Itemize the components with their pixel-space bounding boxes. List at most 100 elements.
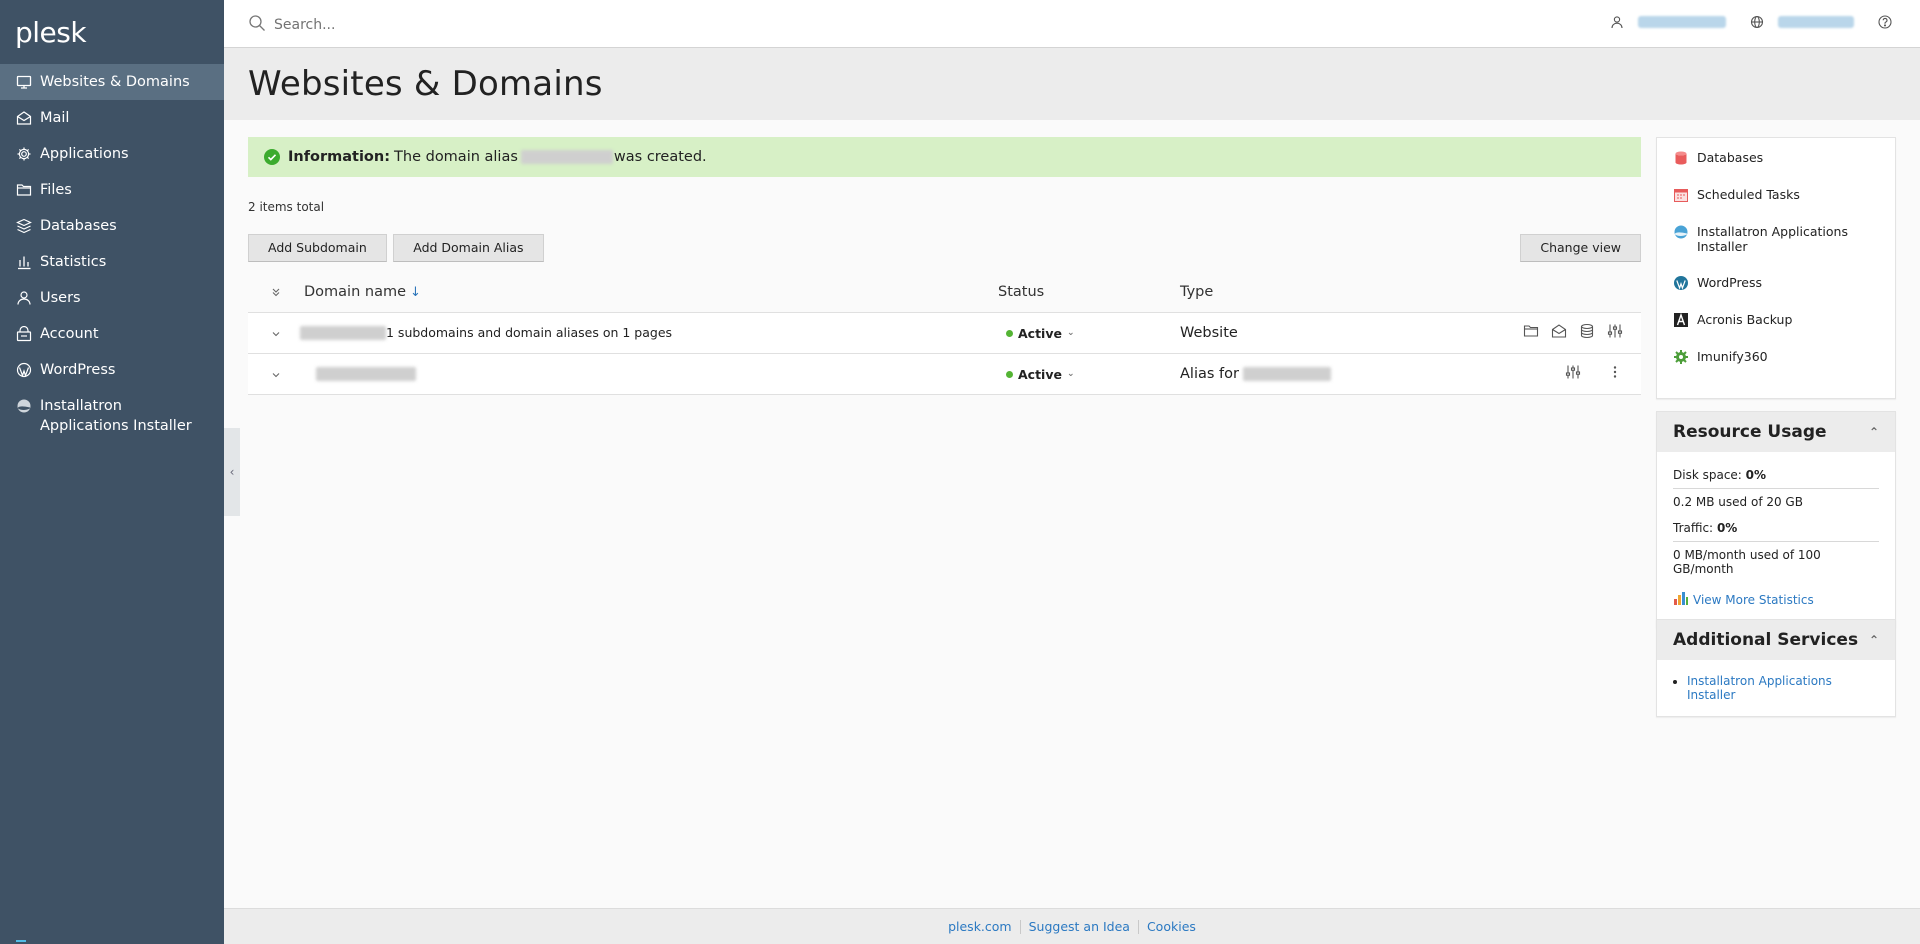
status-label: Active (1018, 366, 1062, 382)
mail-icon (16, 110, 32, 126)
resource-usage-panel: Resource Usage ⌃ Disk space: 0% 0.2 MB u… (1656, 411, 1896, 628)
disk-detail: 0.2 MB used of 20 GB (1673, 495, 1803, 509)
actions-cell (1520, 353, 1641, 395)
page-title: Websites & Domains (248, 64, 603, 104)
double-chevron-down-icon (272, 288, 280, 297)
chevron-down-icon (272, 372, 280, 377)
disk-usage-row: Disk space: 0% (1673, 462, 1879, 489)
footer: plesk.com Suggest an Idea Cookies (224, 908, 1920, 944)
sidebar-collapse-toggle[interactable]: ‹ (224, 428, 240, 516)
logo-accent (16, 940, 26, 942)
status-cell[interactable]: Active ⌄ (998, 353, 1180, 395)
type-cell: Alias for (1180, 353, 1520, 395)
side-link-installatron[interactable]: Installatron Applications Installer (1673, 224, 1879, 254)
quick-links-panel: Databases Scheduled Tasks Installatron A… (1656, 137, 1896, 399)
main-content: Information: The domain alias was create… (248, 137, 1641, 395)
mail-icon[interactable] (1551, 323, 1567, 339)
sidebar-item-label: Mail (40, 110, 70, 126)
resource-usage-header[interactable]: Resource Usage ⌃ (1657, 412, 1895, 452)
list-toolbar: Add Subdomain Add Domain Alias Change vi… (248, 234, 1641, 262)
footer-link-plesk[interactable]: plesk.com (940, 919, 1020, 934)
chevron-up-icon: ⌃ (1868, 633, 1879, 647)
actions-cell (1520, 312, 1641, 354)
help-icon[interactable] (1878, 15, 1892, 29)
side-link-databases[interactable]: Databases (1673, 150, 1879, 166)
settings-sliders-icon[interactable] (1607, 323, 1623, 339)
imunify-gear-icon (1673, 349, 1689, 365)
table-row: 1 subdomains and domain aliases on 1 pag… (248, 312, 1641, 354)
domain-subinfo: 1 subdomains and domain aliases on 1 pag… (386, 324, 673, 340)
column-domain-name[interactable]: Domain name ↓ (304, 272, 998, 313)
installatron-service-link[interactable]: Installatron Applications Installer (1687, 674, 1832, 702)
add-subdomain-button[interactable]: Add Subdomain (248, 234, 387, 262)
file-manager-icon[interactable] (1523, 323, 1539, 339)
side-link-scheduled-tasks[interactable]: Scheduled Tasks (1673, 187, 1879, 203)
redacted-alias-link[interactable] (316, 367, 416, 382)
caret-down-icon: ⌄ (1066, 369, 1075, 379)
change-view-button[interactable]: Change view (1520, 234, 1641, 262)
search-icon (248, 14, 266, 36)
side-link-label: Scheduled Tasks (1697, 187, 1800, 202)
footer-link-suggest-idea[interactable]: Suggest an Idea (1021, 919, 1138, 934)
traffic-label: Traffic: (1673, 521, 1714, 535)
list-item: Installatron Applications Installer (1687, 674, 1879, 702)
redacted-target-domain (1242, 366, 1331, 381)
status-dropdown[interactable]: Active ⌄ (1006, 367, 1075, 382)
acronis-icon (1673, 312, 1689, 328)
side-link-imunify360[interactable]: Imunify360 (1673, 349, 1879, 365)
user-menu-redacted[interactable] (1638, 16, 1726, 28)
chevron-down-icon (272, 331, 280, 336)
folder-icon (16, 182, 32, 198)
sidebar-item-files[interactable]: Files (0, 172, 224, 208)
sidebar-item-wordpress[interactable]: WordPress (0, 352, 224, 388)
calendar-icon (1673, 187, 1689, 203)
add-domain-alias-button[interactable]: Add Domain Alias (393, 234, 544, 262)
sidebar-item-label: Statistics (40, 254, 107, 270)
sidebar: plesk Websites & Domains Mail Applicatio… (0, 0, 224, 944)
footer-link-cookies[interactable]: Cookies (1139, 919, 1204, 934)
side-link-acronis[interactable]: Acronis Backup (1673, 312, 1879, 328)
installatron-icon (16, 398, 32, 414)
expand-all-toggle[interactable] (248, 272, 304, 313)
wordpress-icon (16, 362, 32, 378)
subscription-menu-redacted[interactable] (1778, 16, 1854, 28)
sidebar-item-applications[interactable]: Applications (0, 136, 224, 172)
bar-chart-icon (16, 254, 32, 270)
status-label: Active (1018, 325, 1062, 341)
type-cell: Website (1180, 312, 1520, 354)
row-expand-toggle[interactable] (248, 312, 304, 354)
traffic-usage-row: Traffic: 0% (1673, 515, 1879, 542)
sort-down-icon: ↓ (410, 284, 421, 300)
sidebar-item-label: Installatron Applications Installer (40, 398, 192, 434)
wordpress-icon (1673, 275, 1689, 291)
additional-services-header[interactable]: Additional Services ⌃ (1657, 620, 1895, 660)
caret-down-icon: ⌄ (1066, 328, 1075, 338)
status-dropdown[interactable]: Active ⌄ (1006, 326, 1075, 341)
search-input[interactable] (274, 17, 674, 33)
database-icon[interactable] (1579, 323, 1595, 339)
settings-sliders-icon[interactable] (1565, 364, 1581, 380)
domain-cell: 1 subdomains and domain aliases on 1 pag… (300, 312, 998, 354)
view-more-statistics-row: View More Statistics (1673, 584, 1879, 615)
logo-text: plesk (15, 15, 87, 49)
sidebar-item-installatron[interactable]: Installatron Applications Installer (0, 388, 224, 444)
domain-cell (304, 353, 998, 395)
monitor-icon (16, 74, 32, 90)
redacted-domain-link[interactable] (300, 326, 386, 341)
sidebar-item-databases[interactable]: Databases (0, 208, 224, 244)
view-more-statistics-link[interactable]: View More Statistics (1693, 593, 1814, 607)
side-link-wordpress[interactable]: WordPress (1673, 275, 1879, 291)
more-vertical-icon[interactable] (1607, 364, 1623, 380)
sidebar-item-mail[interactable]: Mail (0, 100, 224, 136)
status-cell[interactable]: Active ⌄ (998, 312, 1180, 354)
gear-icon (16, 146, 32, 162)
sidebar-item-statistics[interactable]: Statistics (0, 244, 224, 280)
sidebar-item-account[interactable]: Account (0, 316, 224, 352)
plesk-logo[interactable]: plesk (0, 0, 224, 942)
table-header-row: Domain name ↓ Status Type (248, 272, 1641, 313)
sidebar-item-users[interactable]: Users (0, 280, 224, 316)
panel-title: Additional Services (1673, 630, 1859, 650)
chevron-up-icon: ⌃ (1868, 425, 1879, 439)
sidebar-item-websites-domains[interactable]: Websites & Domains (0, 64, 224, 100)
row-expand-toggle[interactable] (248, 353, 304, 395)
